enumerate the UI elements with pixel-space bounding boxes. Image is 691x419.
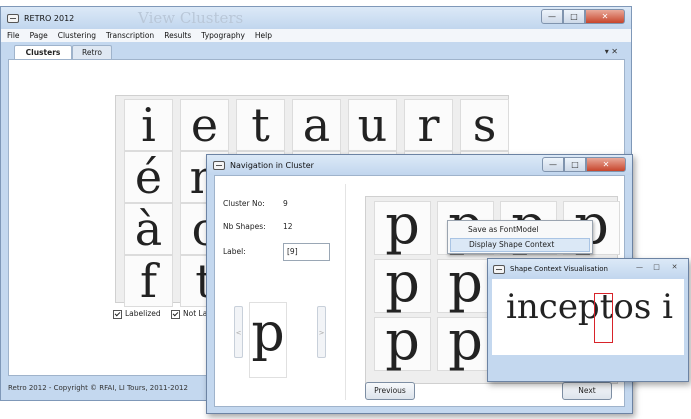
tile-glyph: u [357,98,388,152]
tab-retro[interactable]: Retro [72,45,112,59]
cluster-tile[interactable]: s [460,99,509,151]
shape-glyph: p [448,309,483,372]
nb-shapes-value: 12 [283,222,293,231]
app-icon [7,13,19,23]
ghost-title: View Clusters [138,9,244,27]
cluster-tile[interactable]: t [236,99,285,151]
nav-close-icon[interactable]: ✕ [586,157,626,172]
cluster-tile[interactable]: à [124,203,173,255]
nav-app-icon [213,160,225,170]
labelized-checkbox[interactable] [113,309,122,319]
tile-glyph: r [417,98,440,152]
tab-clusters[interactable]: Clusters [14,45,72,59]
context-menu: Save as FontModel Display Shape Context [447,220,593,254]
next-button[interactable]: Next [562,382,612,400]
status-bar: Retro 2012 - Copyright © RFAI, LI Tours,… [8,384,188,392]
minimize-icon[interactable]: — [541,9,563,24]
nav-title: Navigation in Cluster [230,160,314,170]
menu-bar: File Page Clustering Transcription Resul… [1,29,631,42]
menu-save-fontmodel[interactable]: Save as FontModel [450,223,590,237]
tile-glyph: t [251,98,270,152]
tile-glyph: i [141,98,156,152]
shape-titlebar[interactable]: Shape Context Visualisation — □ ✕ [488,259,688,279]
labelized-label: Labelized [125,309,161,318]
context-text: inceptos i [506,287,673,327]
close-icon[interactable]: ✕ [585,9,625,24]
previous-button[interactable]: Previous [365,382,415,400]
tab-bar: Clusters Retro ▾ ✕ [8,45,624,59]
cluster-no-value: 9 [283,199,288,208]
shape-minimize-icon[interactable]: — [634,263,645,272]
nav-titlebar[interactable]: Navigation in Cluster — □ ✕ [207,155,632,175]
cluster-tile[interactable]: r [404,99,453,151]
tile-glyph: s [472,98,497,152]
next-shape-button[interactable]: > [317,306,326,358]
nav-window-controls: — □ ✕ [542,157,626,172]
shape-glyph: p [385,251,420,314]
menu-results[interactable]: Results [164,31,191,40]
tile-glyph: e [190,98,219,152]
main-window-title: RETRO 2012 [24,13,75,23]
highlight-box [594,293,613,343]
shape-context-view: inceptos i [492,279,684,355]
cluster-tile[interactable]: f [124,255,173,307]
cluster-shape-tile[interactable]: p [374,309,431,372]
filter-labelized[interactable]: Labelized [113,309,161,319]
cluster-tile[interactable]: u [348,99,397,151]
menu-page[interactable]: Page [30,31,48,40]
shape-glyph: p [448,251,483,314]
shape-maximize-icon[interactable]: □ [651,263,662,272]
nav-maximize-icon[interactable]: □ [564,157,586,172]
cluster-tile[interactable]: e [180,99,229,151]
shape-glyph: p [385,309,420,372]
cluster-tile[interactable]: é [124,151,173,203]
cluster-no-label: Cluster No: [223,199,265,208]
shape-window-title: Shape Context Visualisation [510,265,608,273]
tile-glyph: a [302,98,331,152]
panel-controls[interactable]: ▾ ✕ [605,47,618,56]
cluster-tile[interactable]: a [292,99,341,151]
shape-close-icon[interactable]: ✕ [669,263,680,272]
label-field-label: Label: [223,247,246,256]
main-titlebar[interactable]: RETRO 2012 View Clusters — □ ✕ [1,7,631,29]
not-labelized-label: Not La [183,309,208,318]
menu-transcription[interactable]: Transcription [106,31,154,40]
tile-glyph: é [134,150,163,204]
prev-shape-button[interactable]: < [234,306,243,358]
cluster-tile[interactable]: i [124,99,173,151]
nav-minimize-icon[interactable]: — [542,157,564,172]
shape-app-icon [493,264,505,274]
shape-glyph: p [385,193,420,256]
cluster-shape-tile[interactable]: p [374,251,431,314]
menu-clustering[interactable]: Clustering [58,31,96,40]
tile-glyph: f [139,254,158,308]
cluster-shape-tile[interactable]: p [437,251,494,314]
menu-display-shape-context[interactable]: Display Shape Context [450,238,590,252]
filter-not-labelized[interactable]: Not La [171,309,207,319]
menu-typography[interactable]: Typography [201,31,245,40]
cluster-shape-tile[interactable]: p [374,193,431,256]
main-window-controls: — □ ✕ [541,9,625,24]
menu-help[interactable]: Help [255,31,272,40]
not-labelized-checkbox[interactable] [171,309,180,319]
shape-preview: p [249,302,287,378]
divider [345,184,346,400]
nb-shapes-label: Nb Shapes: [223,222,266,231]
menu-file[interactable]: File [7,31,20,40]
label-input[interactable]: [9] [283,243,330,261]
tile-glyph: à [134,202,163,256]
shape-context-window: Shape Context Visualisation — □ ✕ incept… [487,258,689,382]
maximize-icon[interactable]: □ [563,9,585,24]
cluster-shape-tile[interactable]: p [437,309,494,372]
